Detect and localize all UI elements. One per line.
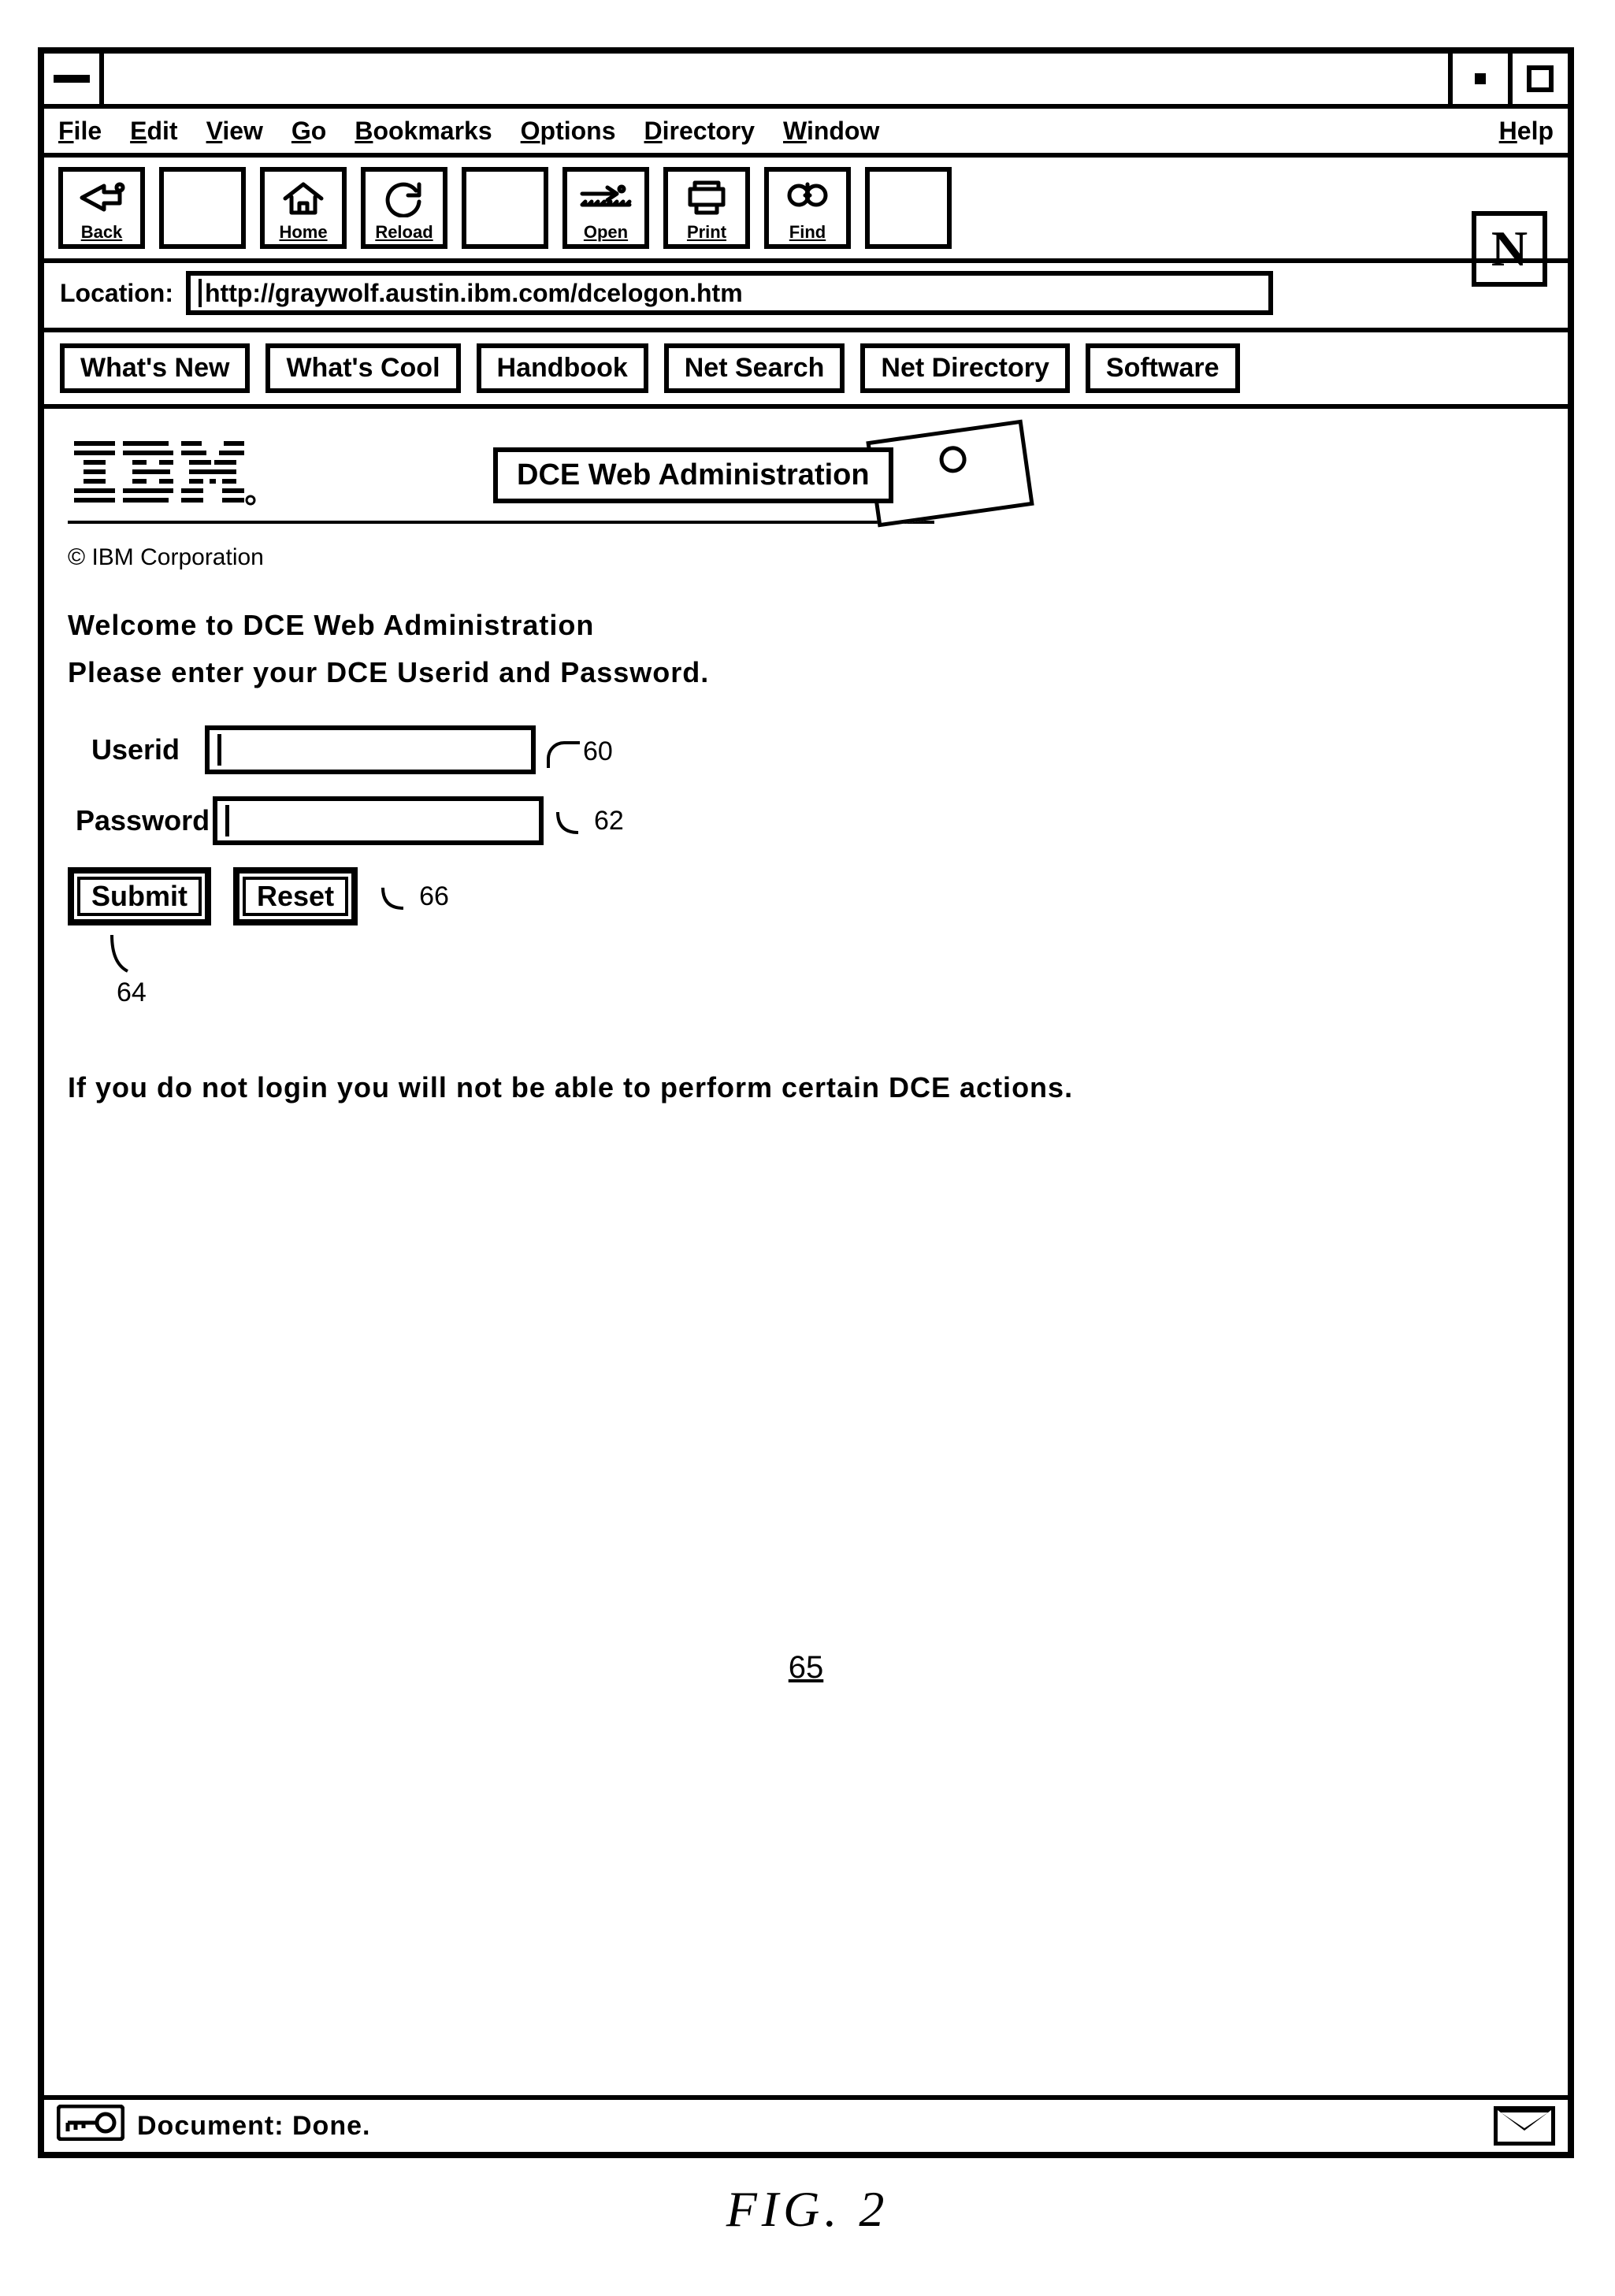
userid-input[interactable] [205, 725, 536, 774]
menu-go[interactable]: Go [291, 117, 326, 146]
home-icon [265, 172, 342, 224]
print-button[interactable]: Print [663, 167, 750, 249]
print-icon [668, 172, 745, 224]
menubar: File Edit View Go Bookmarks Options Dire… [44, 109, 1568, 158]
find-icon [769, 172, 846, 224]
menu-window[interactable]: Window [783, 117, 879, 146]
location-bar: Location: http://graywolf.austin.ibm.com… [44, 263, 1568, 332]
minimize-button[interactable] [1448, 54, 1508, 104]
menu-help[interactable]: Help [1499, 117, 1554, 146]
forward-button[interactable] [159, 167, 246, 249]
figure-caption: FIG. 2 [0, 2180, 1615, 2239]
banner-title: DCE Web Administration [493, 447, 893, 503]
net-directory-button[interactable]: Net Directory [860, 343, 1070, 393]
menu-view[interactable]: View [206, 117, 263, 146]
find-button[interactable]: Find [764, 167, 851, 249]
home-button[interactable]: Home [260, 167, 347, 249]
mail-icon[interactable] [1494, 2106, 1555, 2146]
reload-icon [366, 172, 443, 224]
toolbar: Back Home Reload Open Print [44, 158, 1568, 263]
menu-directory[interactable]: Directory [644, 117, 756, 146]
browser-window: File Edit View Go Bookmarks Options Dire… [38, 47, 1574, 2158]
submit-button[interactable]: Submit [68, 867, 211, 925]
page-banner: DCE Web Administration [493, 447, 893, 503]
netscape-logo: N [1472, 211, 1547, 287]
maximize-button[interactable] [1508, 54, 1568, 104]
callout-66: 66 [380, 881, 449, 912]
page-number: 65 [44, 1650, 1568, 1686]
copyright-text: © IBM Corporation [68, 544, 1544, 571]
prompt-text: Please enter your DCE Userid and Passwor… [68, 656, 1544, 689]
location-url: http://graywolf.austin.ibm.com/dcelogon.… [205, 279, 743, 308]
status-text: Document: Done. [137, 2111, 370, 2142]
directory-buttons: What's New What's Cool Handbook Net Sear… [44, 332, 1568, 409]
location-label: Location: [60, 279, 173, 308]
open-icon [567, 172, 644, 224]
callout-62: 62 [555, 806, 624, 836]
open-button[interactable]: Open [562, 167, 649, 249]
statusbar: Document: Done. [44, 2095, 1568, 2152]
whats-new-button[interactable]: What's New [60, 343, 250, 393]
back-button[interactable]: Back [58, 167, 145, 249]
welcome-text: Welcome to DCE Web Administration [68, 609, 1544, 642]
menu-file[interactable]: File [58, 117, 102, 146]
ibm-logo [68, 436, 257, 514]
page-content: DCE Web Administration © IBM Corporation… [44, 409, 1568, 2095]
stop-button[interactable] [865, 167, 952, 249]
userid-label: Userid [68, 733, 194, 766]
security-key-icon [57, 2105, 124, 2147]
software-button[interactable]: Software [1086, 343, 1240, 393]
reload-button[interactable]: Reload [361, 167, 447, 249]
whats-cool-button[interactable]: What's Cool [265, 343, 460, 393]
system-menu-button[interactable] [44, 54, 104, 104]
callout-60: 60 [547, 733, 613, 767]
menu-options[interactable]: Options [521, 117, 616, 146]
password-input[interactable] [213, 796, 544, 845]
images-button[interactable] [462, 167, 548, 249]
handbook-button[interactable]: Handbook [477, 343, 648, 393]
back-arrow-icon [63, 172, 140, 224]
titlebar [44, 54, 1568, 109]
login-note: If you do not login you will not be able… [68, 1071, 1544, 1104]
net-search-button[interactable]: Net Search [664, 343, 845, 393]
reset-button[interactable]: Reset [233, 867, 358, 925]
divider [68, 521, 934, 524]
menu-edit[interactable]: Edit [130, 117, 177, 146]
password-label: Password [68, 804, 202, 837]
callout-64: 64 [72, 932, 1544, 1008]
location-input[interactable]: http://graywolf.austin.ibm.com/dcelogon.… [186, 271, 1273, 315]
menu-bookmarks[interactable]: Bookmarks [355, 117, 492, 146]
